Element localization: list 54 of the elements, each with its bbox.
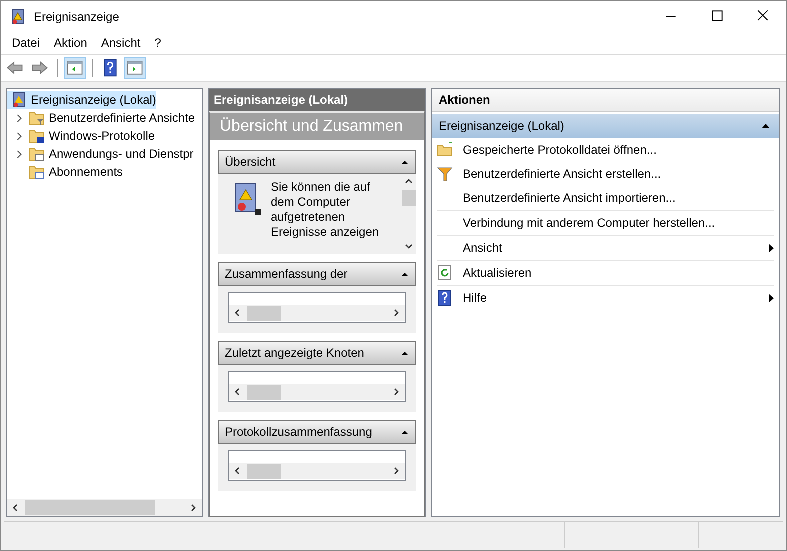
console-tree-icon[interactable] (64, 57, 86, 79)
description-text: Sie können die auf dem Computer aufgetretenen Ereignisse anzeigen (271, 179, 380, 240)
horizontal-scrollbar[interactable] (229, 463, 405, 479)
submenu-arrow-icon (769, 244, 774, 252)
action-link[interactable]: Verbindung mit anderem Computer herstellen... (463, 216, 716, 230)
menu-item[interactable]: Ansicht (94, 36, 148, 50)
folder-icon (29, 164, 45, 180)
scrollbar-thumb[interactable] (247, 384, 281, 400)
page-title: Übersicht und Zusammen (210, 113, 424, 140)
menu-item[interactable]: ? (148, 36, 168, 50)
tree-item[interactable]: Ereignisanzeige (Lokal) (7, 91, 156, 109)
tree-item[interactable]: Benutzerdefinierte Ansichte (7, 109, 202, 127)
horizontal-scrollbar[interactable] (7, 499, 202, 516)
action-link[interactable]: Benutzerdefinierte Ansicht importieren... (463, 191, 676, 205)
collapse-arrow-icon (401, 159, 409, 165)
action-pane-icon[interactable] (124, 57, 146, 79)
app-icon (10, 8, 26, 24)
action-group-header[interactable]: Ereignisanzeige (Lokal) (432, 114, 779, 138)
scrollbar-thumb[interactable] (402, 190, 416, 206)
section-header[interactable]: Übersicht (218, 150, 416, 174)
help-icon (437, 290, 453, 306)
event-log-icon (11, 92, 27, 108)
folder-icon (29, 128, 45, 144)
section-header[interactable]: Zuletzt angezeigte Knoten (218, 341, 416, 365)
tree-item[interactable]: Windows-Protokolle (7, 127, 202, 145)
collapse-arrow-icon (401, 429, 409, 435)
action-link[interactable]: Gespeicherte Protokolldatei öffnen... (463, 143, 657, 157)
action-link[interactable]: Benutzerdefinierte Ansicht erstellen... (463, 167, 662, 181)
section-header[interactable]: Protokollzusammenfassung (218, 420, 416, 444)
action-link[interactable]: Ansicht (463, 241, 502, 255)
collapse-arrow-icon (401, 271, 409, 277)
action-link[interactable]: Aktualisieren (463, 266, 532, 280)
pane-header: Ereignisanzeige (Lokal) (209, 89, 425, 111)
folder-icon (437, 142, 453, 158)
folder-icon (29, 110, 45, 126)
scrollbar-thumb[interactable] (247, 464, 281, 478)
tree-item[interactable]: Anwendungs- und Dienstpr (7, 145, 202, 163)
section-header[interactable]: Zusammenfassung der (218, 262, 416, 286)
collapse-arrow-icon (401, 350, 409, 356)
action-link[interactable]: Hilfe (463, 291, 488, 305)
pane-header: Aktionen (432, 89, 779, 112)
collapse-arrow-icon[interactable] (761, 123, 771, 129)
menu-item[interactable]: Datei (5, 36, 48, 50)
horizontal-scrollbar[interactable] (229, 384, 405, 400)
horizontal-scrollbar[interactable] (229, 305, 405, 321)
filter-icon (437, 166, 453, 182)
scrollbar-thumb[interactable] (25, 500, 155, 515)
menu-item[interactable]: Aktion (47, 36, 94, 50)
tree-item[interactable]: Abonnements (7, 163, 202, 181)
submenu-arrow-icon (769, 294, 774, 302)
window-title: Ereignisanzeige (34, 10, 120, 24)
refresh-icon (437, 265, 453, 281)
folder-icon (29, 146, 45, 162)
scrollbar-thumb[interactable] (247, 306, 281, 320)
